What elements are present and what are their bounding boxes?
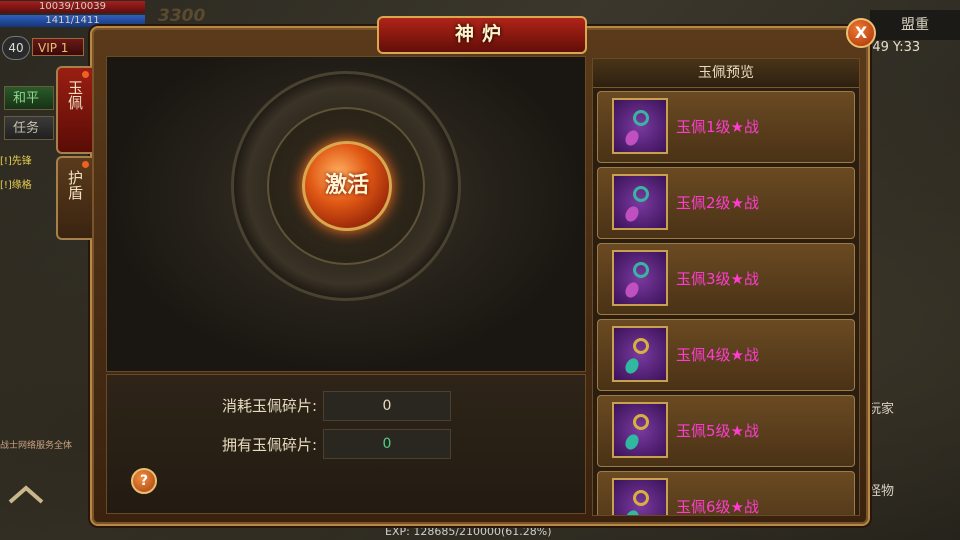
gold-jade-pendant-icon (612, 326, 668, 382)
consume-fragments-value: 0 (323, 391, 451, 421)
log-line: [!]缘格 (0, 180, 32, 191)
list-item[interactable]: 玉佩5级★战 (597, 395, 855, 467)
jade-pendant-icon (612, 98, 668, 154)
owned-fragments-value: 0 (323, 429, 451, 459)
dialog-title: 神炉 (377, 16, 587, 54)
list-item[interactable]: 玉佩3级★战 (597, 243, 855, 315)
close-button[interactable]: X (846, 18, 876, 48)
owned-fragments-label: 拥有玉佩碎片: (221, 436, 317, 454)
item-label: 玉佩2级★战 (676, 194, 759, 212)
list-item[interactable]: 玉佩6级★战 (597, 471, 855, 516)
consume-fragments-label: 消耗玉佩碎片: (221, 397, 317, 415)
notification-dot-icon (82, 71, 89, 78)
chevron-up-icon[interactable] (6, 484, 46, 504)
notification-dot-icon (82, 161, 89, 168)
combat-power-score: 3300 (158, 6, 206, 26)
list-item[interactable]: 玉佩4级★战 (597, 319, 855, 391)
vip-badge[interactable]: VIP 1 (32, 38, 84, 56)
task-button[interactable]: 任务 (4, 116, 54, 140)
activate-button[interactable]: 激活 (302, 141, 392, 231)
player-tab-label[interactable]: 玩家 (868, 398, 894, 417)
jade-pendant-icon (612, 250, 668, 306)
gold-jade-pendant-icon (612, 478, 668, 515)
tab-label: 护盾 (66, 170, 84, 200)
item-label: 玉佩6级★战 (676, 498, 759, 516)
tab-shield[interactable]: 护盾 (56, 156, 92, 240)
item-label: 玉佩3级★战 (676, 270, 759, 288)
map-coordinates: :49 Y:33 (868, 40, 921, 55)
log-line: [!]先锋 (0, 156, 32, 167)
player-level-badge: 40 (2, 36, 30, 60)
list-item[interactable]: 玉佩1级★战 (597, 91, 855, 163)
furnace-dialog: 神炉 X 玉佩 护盾 激活 消耗玉佩碎片: 0 拥有玉佩碎片: 0 ? 玉佩预览… (56, 16, 876, 526)
item-label: 玉佩1级★战 (676, 118, 759, 136)
furnace-stage: 激活 (106, 56, 586, 372)
pendant-preview-list[interactable]: 玉佩预览 玉佩1级★战 玉佩2级★战 玉佩3级★战 玉佩4级★战 玉佩5级★战 … (592, 58, 860, 516)
guild-button[interactable]: 盟重 (870, 10, 960, 40)
list-item[interactable]: 玉佩2级★战 (597, 167, 855, 239)
gold-jade-pendant-icon (612, 402, 668, 458)
monster-tab-label[interactable]: 怪物 (868, 480, 894, 499)
help-button[interactable]: ? (131, 468, 157, 494)
chat-line: 战士网络服务全体 (0, 441, 73, 451)
fragment-info-panel: 消耗玉佩碎片: 0 拥有玉佩碎片: 0 ? (106, 374, 586, 514)
exp-text: EXP: 128685/210000(61.28%) (385, 525, 552, 538)
preview-title: 玉佩预览 (593, 59, 859, 88)
attack-mode-button[interactable]: 和平 (4, 86, 54, 110)
jade-pendant-icon (612, 174, 668, 230)
hp-bar: 10039/10039 (0, 1, 145, 13)
item-label: 玉佩4级★战 (676, 346, 759, 364)
tab-jade-pendant[interactable]: 玉佩 (56, 66, 92, 154)
tab-label: 玉佩 (66, 80, 84, 110)
item-label: 玉佩5级★战 (676, 422, 759, 440)
